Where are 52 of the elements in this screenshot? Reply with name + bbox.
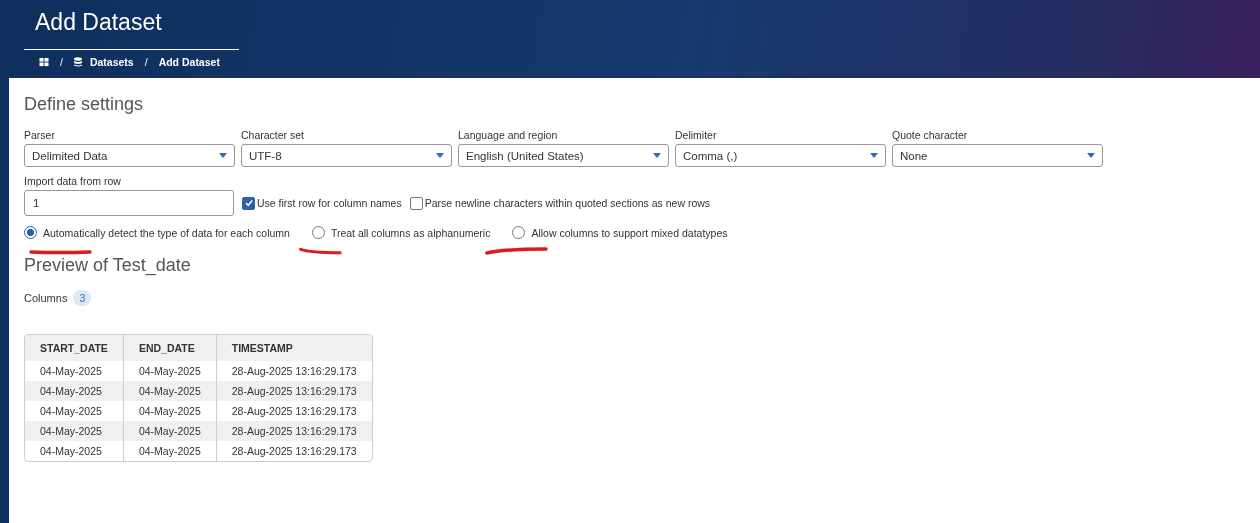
section-title: Preview of Test_date [24,255,191,276]
breadcrumb-separator: / [144,56,148,68]
column-header: END_DATE [122,335,216,361]
caret-icon [436,153,444,158]
database-icon [73,57,82,67]
table-cell: 28-Aug-2025 13:16:29.173 [215,421,372,441]
select-dropdown[interactable]: UTF-8 [241,144,452,167]
table-cell: 04-May-2025 [122,421,216,441]
table-cell-text: 04-May-2025 [39,364,103,379]
select-dropdown[interactable]: Delimited Data [24,144,235,167]
radio-label: Automatically detect the type of data for each column [43,226,290,239]
select-dropdown[interactable]: English (United States) [458,144,669,167]
checkbox[interactable] [409,196,423,210]
section-title: Define settings [24,94,144,115]
caret-icon [653,153,661,158]
checkbox-label: Use first row for column names [257,197,402,209]
table-cell-text: 04-May-2025 [39,444,103,459]
field-label: Parser [24,129,55,141]
table-cell: 28-Aug-2025 13:16:29.173 [215,381,372,401]
breadcrumb-separator: / [60,56,63,68]
select-dropdown[interactable]: None [892,144,1103,167]
field-label: Quote character [892,129,968,141]
field-label: Delimiter [675,129,717,141]
field-label: Character set [241,129,305,141]
radio-button[interactable] [311,226,325,239]
checkbox-label: Parse newline characters within quoted sections as new rows [424,197,711,209]
table-cell: 04-May-2025 [25,381,123,401]
field-label: Import data from row [24,175,121,187]
table-cell: 28-Aug-2025 13:16:29.173 [215,441,372,461]
count-badge: 3 [73,290,92,306]
table-cell: 04-May-2025 [25,421,123,441]
radio-button[interactable] [512,226,526,239]
caret-icon [870,153,878,158]
column-header: TIMESTAMP [215,335,372,361]
radio-label: Allow columns to support mixed datatypes [531,226,728,239]
radio-label: Treat all columns as alphanumeric [330,226,491,239]
select-dropdown[interactable]: Comma (,) [675,144,886,167]
columns-label: Columns [24,292,68,304]
field-label: Language and region [458,129,558,141]
table-cell-text: 04-May-2025 [39,404,103,419]
grid-icon[interactable] [39,57,49,67]
radio-button[interactable] [24,226,37,239]
input-field[interactable]: 1 [24,190,234,216]
caret-icon [219,153,227,158]
table-cell: 04-May-2025 [122,441,216,461]
table-cell: 04-May-2025 [122,381,216,401]
breadcrumb-link[interactable]: Datasets [89,56,134,68]
caret-icon [1087,153,1095,158]
breadcrumb-current: Add Dataset [158,56,220,68]
column-header: START_DATE [25,335,123,361]
page-title: Add Dataset [35,9,162,36]
checkbox[interactable] [242,196,255,210]
